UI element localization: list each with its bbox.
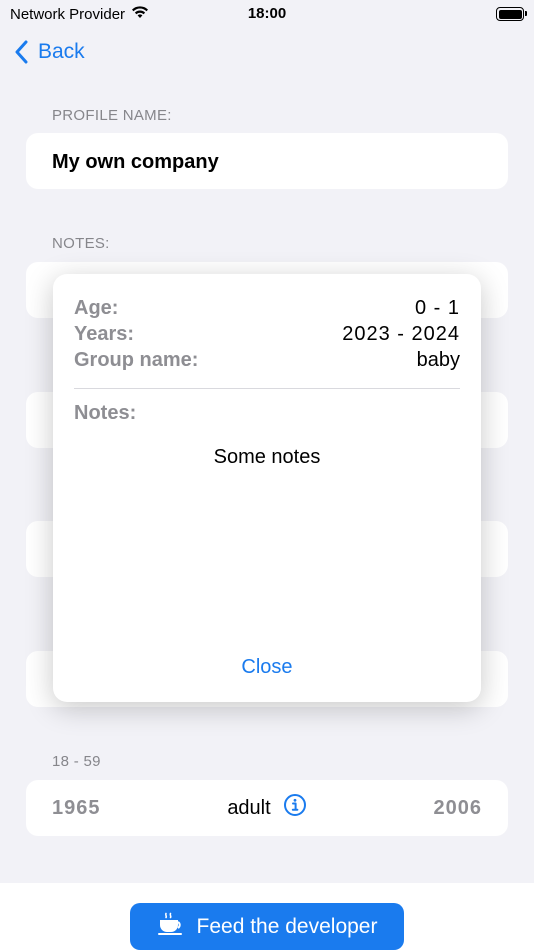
profile-name-label: PROFILE NAME: [52,107,172,124]
info-icon[interactable] [283,793,307,823]
popup-row-age: Age: 0 - 1 [74,297,460,320]
chevron-left-icon [15,40,28,64]
popup-row-group-name: Group name: baby [74,349,460,372]
battery-icon [496,7,527,21]
coffee-cup-icon [157,912,185,942]
group-name-wrapper: adult [227,793,306,823]
close-button[interactable]: Close [53,656,481,679]
popup-key: Group name: [74,349,199,371]
popup-value: 2023 - 2024 [342,323,460,345]
popup-value: baby [416,349,460,371]
group-name: adult [227,796,271,819]
popup-notes-text: Some notes [213,446,321,468]
profile-name-field[interactable]: My own company [26,133,508,189]
back-button[interactable]: Back [14,40,85,64]
end-year: 2006 [433,796,482,819]
age-range-label: 18 - 59 [52,753,101,770]
popup-divider [74,388,460,389]
popup-row-years: Years: 2023 - 2024 [74,323,460,346]
age-group-row-content: 1965 adult 2006 [26,780,508,836]
feed-developer-button[interactable]: Feed the developer [130,903,404,950]
notes-label: NOTES: [52,235,110,252]
battery-fill [498,9,522,19]
group-info-popup: Age: 0 - 1 Years: 2023 - 2024 Group name… [53,274,481,702]
popup-value: 0 - 1 [414,297,460,319]
back-label: Back [38,40,85,63]
popup-key: Years: [74,323,135,345]
start-year: 1965 [52,796,101,819]
popup-notes-label: Notes: [74,402,137,424]
feed-developer-label: Feed the developer [196,914,378,938]
profile-name-value: My own company [52,151,219,173]
age-group-row[interactable]: 1965 adult 2006 [26,780,508,836]
popup-key: Age: [74,297,119,319]
status-bar: Network Provider 18:00 [0,0,534,28]
status-time: 18:00 [247,5,287,22]
